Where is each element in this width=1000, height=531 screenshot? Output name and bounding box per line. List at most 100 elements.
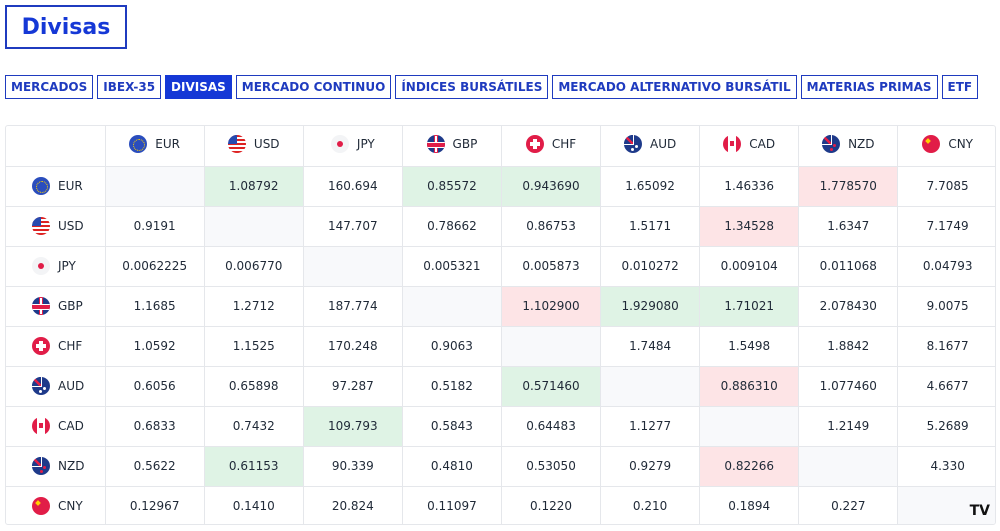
rate-cell[interactable]: 109.793 — [303, 406, 403, 447]
rate-cell[interactable]: 0.0062225 — [105, 246, 205, 287]
rate-cell[interactable]: 0.943690 — [501, 166, 602, 207]
rate-cell[interactable]: 9.0075 — [897, 286, 995, 327]
rate-cell[interactable]: 0.005873 — [501, 246, 602, 287]
rate-cell[interactable]: 1.65092 — [600, 166, 701, 207]
rate-cell[interactable]: 1.077460 — [798, 366, 899, 407]
rate-cell[interactable]: 1.2149 — [798, 406, 899, 447]
row-header-gbp[interactable]: GBP — [6, 286, 106, 327]
rate-cell[interactable]: 90.339 — [303, 446, 403, 487]
rate-cell[interactable]: 0.78662 — [402, 206, 502, 247]
rate-cell[interactable]: 1.71021 — [699, 286, 800, 327]
rate-cell[interactable]: 0.82266 — [699, 446, 800, 487]
column-header-usd[interactable]: USD — [204, 126, 304, 167]
rate-cell[interactable]: 1.1277 — [600, 406, 701, 447]
rate-cell[interactable]: 1.7484 — [600, 326, 701, 367]
rate-cell[interactable]: 187.774 — [303, 286, 403, 327]
rate-cell[interactable]: 0.010272 — [600, 246, 701, 287]
rate-cell[interactable]: 0.53050 — [501, 446, 602, 487]
rate-cell[interactable]: 0.1410 — [204, 486, 304, 524]
column-header-aud[interactable]: AUD — [600, 126, 701, 167]
rate-cell[interactable]: 170.248 — [303, 326, 403, 367]
rate-cell[interactable]: 5.2689 — [897, 406, 995, 447]
rate-cell[interactable]: 1.778570 — [798, 166, 899, 207]
rate-cell[interactable]: 0.9063 — [402, 326, 502, 367]
rate-cell[interactable]: 7.7085 — [897, 166, 995, 207]
rate-cell[interactable]: 1.6347 — [798, 206, 899, 247]
rate-cell[interactable]: 1.102900 — [501, 286, 602, 327]
rate-cell[interactable]: 4.330 — [897, 446, 995, 487]
rate-cell[interactable]: 1.1685 — [105, 286, 205, 327]
row-header-jpy[interactable]: JPY — [6, 246, 106, 287]
row-header-cad[interactable]: CAD — [6, 406, 106, 447]
row-header-eur[interactable]: EUR — [6, 166, 106, 207]
rate-cell[interactable]: 1.5171 — [600, 206, 701, 247]
rate-cell[interactable]: 20.824 — [303, 486, 403, 524]
rate-cell[interactable]: 0.5182 — [402, 366, 502, 407]
rate-cell[interactable]: 1.5498 — [699, 326, 800, 367]
rate-cell[interactable]: 0.011068 — [798, 246, 899, 287]
row-header-nzd[interactable]: NZD — [6, 446, 106, 487]
row-header-aud[interactable]: AUD — [6, 366, 106, 407]
rate-cell[interactable]: 0.006770 — [204, 246, 304, 287]
rate-cell[interactable]: 0.5843 — [402, 406, 502, 447]
column-header-chf[interactable]: CHF — [501, 126, 602, 167]
rate-cell[interactable]: 0.6833 — [105, 406, 205, 447]
rate-cell[interactable]: 8.1677 — [897, 326, 995, 367]
tab-mercado-alternativo-bursátil[interactable]: MERCADO ALTERNATIVO BURSÁTIL — [552, 75, 797, 99]
rate-cell[interactable]: 1.08792 — [204, 166, 304, 207]
column-header-gbp[interactable]: GBP — [402, 126, 502, 167]
rate-cell[interactable]: 0.86753 — [501, 206, 602, 247]
rate-cell[interactable]: 0.7432 — [204, 406, 304, 447]
rate-cell[interactable]: 1.1525 — [204, 326, 304, 367]
rate-cell[interactable]: 0.5622 — [105, 446, 205, 487]
tab-mercado-continuo[interactable]: MERCADO CONTINUO — [235, 75, 392, 99]
tradingview-logo-icon[interactable]: TV — [970, 503, 990, 519]
column-header-cny[interactable]: CNY — [897, 126, 995, 167]
rate-cell[interactable]: 0.85572 — [402, 166, 502, 207]
rate-cell[interactable]: 1.34528 — [699, 206, 800, 247]
rate-cell[interactable]: 1.8842 — [798, 326, 899, 367]
rate-cell[interactable]: 0.12967 — [105, 486, 205, 524]
row-header-cny[interactable]: CNY — [6, 486, 106, 524]
rate-cell[interactable]: 0.65898 — [204, 366, 304, 407]
tab-etf[interactable]: ETF — [941, 75, 979, 99]
rate-cell[interactable]: 0.1894 — [699, 486, 800, 524]
rate-cell[interactable]: 1.46336 — [699, 166, 800, 207]
tab-materias-primas[interactable]: MATERIAS PRIMAS — [800, 75, 938, 99]
table-row: CNY 0.12967 0.1410 20.824 0.11097 0.1220 0.210… — [6, 486, 995, 524]
rate-cell[interactable]: 1.2712 — [204, 286, 304, 327]
tab-ibex-35[interactable]: IBEX-35 — [97, 75, 162, 99]
rate-cell[interactable]: 2.078430 — [798, 286, 899, 327]
rate-cell[interactable]: 4.6677 — [897, 366, 995, 407]
rate-cell[interactable]: 1.0592 — [105, 326, 205, 367]
column-header-nzd[interactable]: NZD — [798, 126, 899, 167]
rate-cell[interactable]: 7.1749 — [897, 206, 995, 247]
tab-mercados[interactable]: MERCADOS — [5, 75, 94, 99]
rate-cell[interactable]: 0.6056 — [105, 366, 205, 407]
rate-cell[interactable]: 0.886310 — [699, 366, 800, 407]
rate-cell[interactable]: 0.210 — [600, 486, 701, 524]
rate-cell[interactable]: 0.005321 — [402, 246, 502, 287]
tab-divisas[interactable]: DIVISAS — [165, 75, 232, 99]
row-header-usd[interactable]: USD — [6, 206, 106, 247]
rate-cell[interactable]: 0.1220 — [501, 486, 602, 524]
column-header-jpy[interactable]: JPY — [303, 126, 403, 167]
rate-cell[interactable]: 0.9279 — [600, 446, 701, 487]
rate-cell[interactable]: 0.009104 — [699, 246, 800, 287]
rate-cell[interactable]: 0.4810 — [402, 446, 502, 487]
rate-cell[interactable]: 97.287 — [303, 366, 403, 407]
column-header-cad[interactable]: CAD — [699, 126, 800, 167]
rate-cell[interactable]: 0.04793 — [897, 246, 995, 287]
rate-cell[interactable]: 0.61153 — [204, 446, 304, 487]
rate-cell[interactable]: 1.929080 — [600, 286, 701, 327]
rate-cell[interactable]: 0.9191 — [105, 206, 205, 247]
tab-índices-bursátiles[interactable]: ÍNDICES BURSÁTILES — [395, 75, 549, 99]
rate-cell[interactable]: 160.694 — [303, 166, 403, 207]
row-header-chf[interactable]: CHF — [6, 326, 106, 367]
rate-cell[interactable]: 0.227 — [798, 486, 899, 524]
rate-cell[interactable]: 0.571460 — [501, 366, 602, 407]
column-header-eur[interactable]: EUR — [105, 126, 205, 167]
rate-cell[interactable]: 0.11097 — [402, 486, 502, 524]
rate-cell[interactable]: 147.707 — [303, 206, 403, 247]
rate-cell[interactable]: 0.64483 — [501, 406, 602, 447]
